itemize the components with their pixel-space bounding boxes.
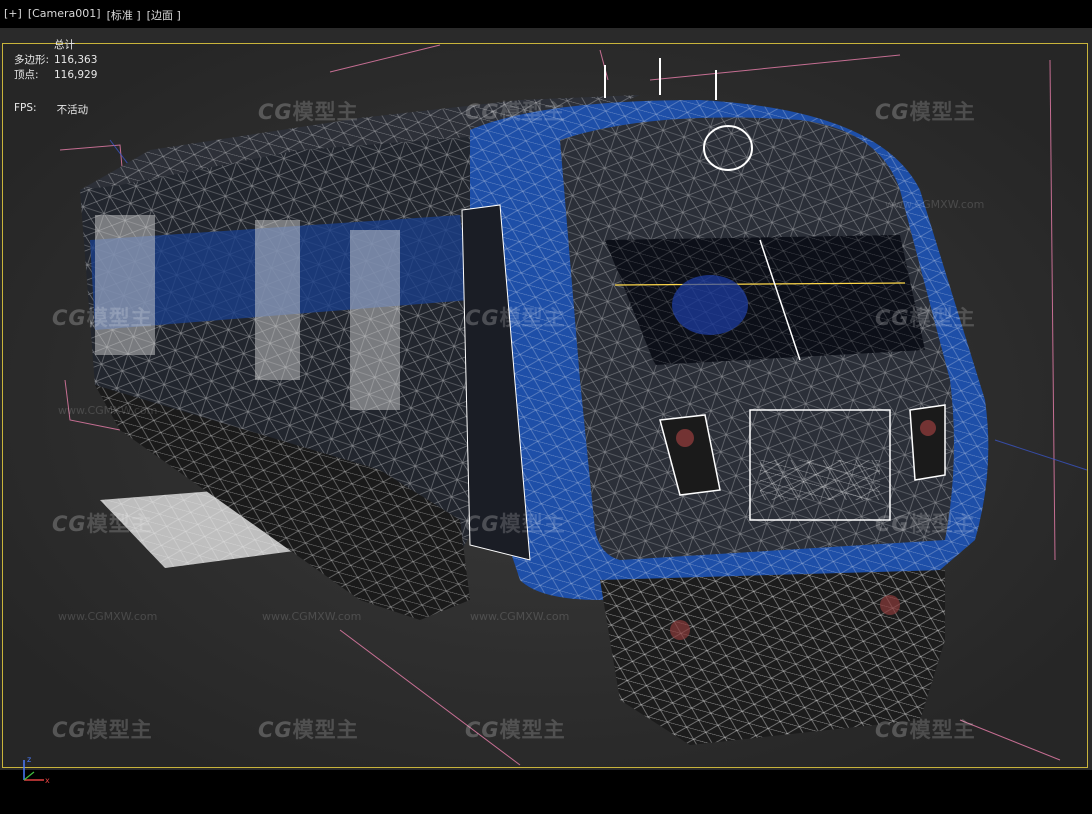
- vertices-value: 116,929: [54, 69, 98, 81]
- axis-tripod-icon: z x: [23, 755, 50, 785]
- 3d-viewport[interactable]: [+] [Camera001] [标准 ] [边面 ] CG模型主 CG模型主 …: [0, 0, 1092, 814]
- fps-label: FPS:: [14, 102, 37, 114]
- fps-value: 不活动: [56, 104, 89, 116]
- axis-z-label: z: [27, 755, 31, 764]
- active-viewport-border: [2, 43, 1088, 768]
- stats-total-title: 总计: [54, 39, 75, 51]
- axis-x-label: x: [45, 776, 50, 785]
- viewport-statistics: 总计 多边形: 116,363 顶点: 116,929: [14, 38, 97, 83]
- fps-readout: FPS: 不活动: [14, 102, 88, 117]
- viewport-bottom-strip: [0, 770, 1092, 814]
- vertices-label: 顶点:: [14, 69, 39, 81]
- polygons-label: 多边形:: [14, 54, 50, 66]
- polygons-value: 116,363: [54, 54, 98, 66]
